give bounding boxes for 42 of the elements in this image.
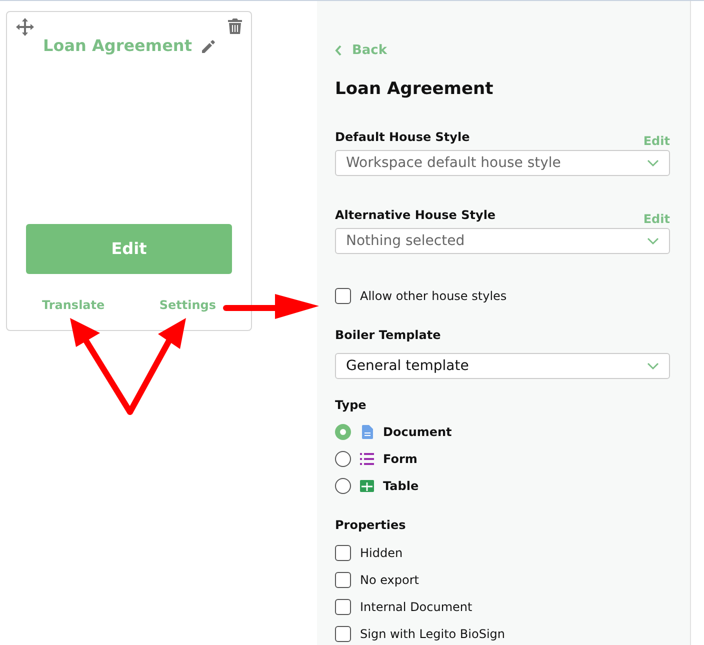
panel-title: Loan Agreement: [335, 78, 494, 100]
checkbox-label: No export: [360, 572, 420, 589]
select-field[interactable]: Nothing selected: [335, 228, 670, 254]
field-label: Default House Style: [335, 129, 470, 146]
edit-button[interactable]: Edit: [26, 224, 232, 274]
select-field[interactable]: General template: [335, 353, 670, 379]
radio-button[interactable]: [335, 478, 351, 494]
section-label: Type: [335, 397, 368, 414]
chevron-left-icon: [335, 45, 342, 56]
radio-button[interactable]: [335, 451, 351, 467]
select-field[interactable]: Workspace default house style: [335, 150, 670, 176]
card-link[interactable]: Settings: [159, 296, 216, 314]
checkbox[interactable]: [335, 572, 351, 588]
list-icon: [360, 453, 374, 465]
card-title: Loan Agreement: [43, 35, 192, 57]
chevron-down-icon: [647, 362, 659, 370]
checkbox[interactable]: [335, 599, 351, 615]
back-link[interactable]: Back: [335, 41, 670, 60]
radio-label: Form: [383, 451, 418, 468]
checkbox[interactable]: [335, 626, 351, 642]
checkbox-label: Hidden: [360, 545, 403, 562]
pencil-icon[interactable]: [202, 40, 215, 52]
card-link[interactable]: Translate: [42, 296, 105, 314]
radio-label: Table: [383, 478, 419, 495]
checkbox-label: Allow other house styles: [360, 288, 507, 305]
chevron-down-icon: [647, 237, 659, 245]
checkbox-label: Internal Document: [360, 599, 472, 616]
table-icon: [360, 480, 374, 492]
chevron-down-icon: [647, 159, 659, 167]
edit-link[interactable]: Edit: [643, 132, 670, 150]
document-icon: [362, 425, 372, 439]
move-icon[interactable]: [16, 18, 34, 36]
section-label: Properties: [335, 517, 407, 534]
radio-button[interactable]: [335, 424, 351, 440]
checkbox-label: Sign with Legito BioSign: [360, 626, 506, 643]
radio-label: Document: [383, 424, 452, 441]
trash-icon[interactable]: [228, 18, 242, 34]
field-label: Boiler Template: [335, 327, 442, 344]
checkbox[interactable]: [335, 288, 351, 304]
checkbox[interactable]: [335, 545, 351, 561]
field-label: Alternative House Style: [335, 207, 496, 224]
edit-link[interactable]: Edit: [643, 210, 670, 228]
